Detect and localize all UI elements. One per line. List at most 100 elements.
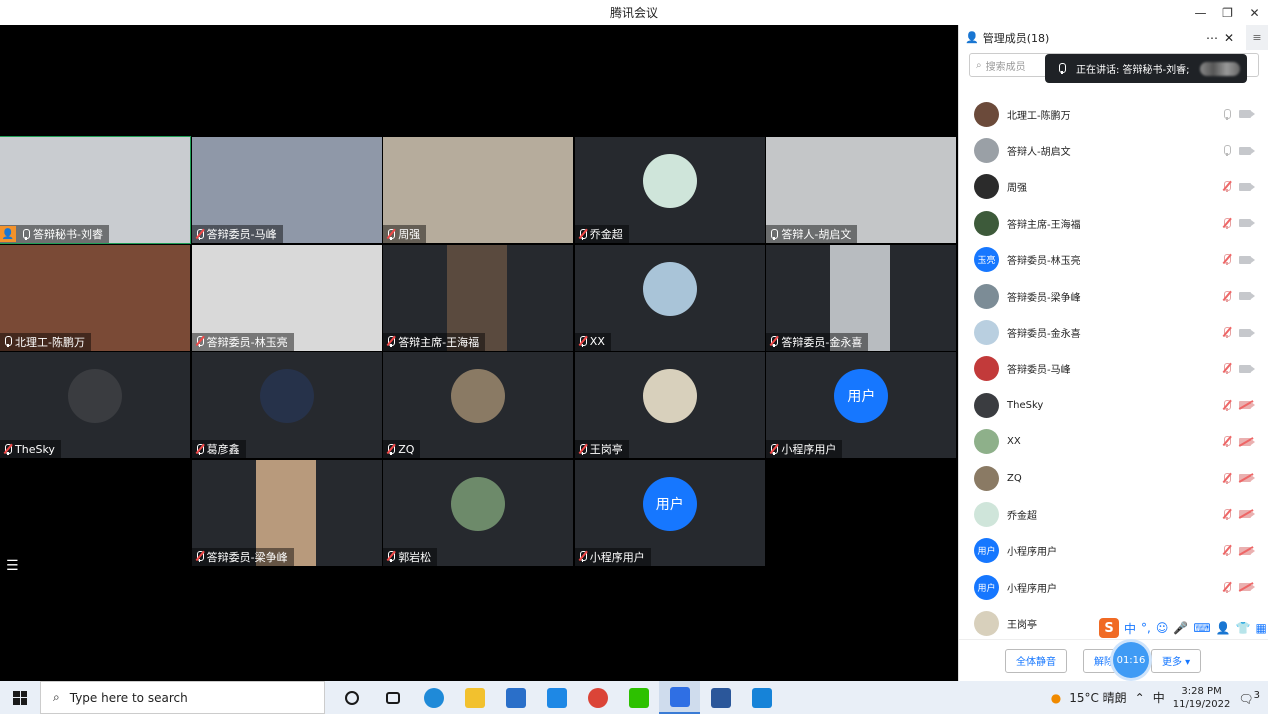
camera-off-icon[interactable]: [1238, 436, 1255, 447]
member-row[interactable]: 用户 小程序用户: [959, 533, 1268, 569]
ime-item[interactable]: 👕: [1236, 621, 1251, 635]
minimize-button[interactable]: —: [1187, 0, 1214, 25]
member-row[interactable]: ZQ: [959, 460, 1268, 496]
camera-off-icon[interactable]: [1238, 509, 1255, 519]
word-taskbar-button[interactable]: [700, 681, 741, 714]
weather-text[interactable]: 15°C 晴朗: [1069, 689, 1126, 706]
mute-all-button[interactable]: 全体静音: [1005, 648, 1067, 673]
clock[interactable]: 3:28 PM 11/19/2022: [1173, 685, 1231, 711]
lang-indicator[interactable]: 中: [1153, 689, 1165, 706]
video-tile[interactable]: 答辩委员-马峰: [191, 137, 382, 243]
member-row[interactable]: 答辩人-胡启文: [959, 132, 1268, 168]
video-tile[interactable]: [0, 459, 190, 566]
video-tile[interactable]: ZQ: [383, 352, 574, 458]
camera-icon[interactable]: [1239, 292, 1255, 301]
member-row[interactable]: 答辩主席-王海福: [959, 205, 1268, 241]
camera-off-icon[interactable]: [1238, 473, 1255, 483]
mic-muted-icon[interactable]: [1222, 290, 1232, 302]
more-button[interactable]: 更多 ▾: [1151, 648, 1202, 673]
video-tile[interactable]: 葛彦鑫: [191, 352, 382, 458]
speaking-indicator: 正在讲话: 答辩秘书-刘睿;: [1045, 54, 1247, 83]
camera-icon[interactable]: [1239, 328, 1255, 337]
camera-off-icon[interactable]: [1238, 400, 1255, 410]
video-tile[interactable]: 王岗亭: [574, 352, 765, 458]
ime-item[interactable]: ⌨: [1193, 621, 1210, 635]
video-tile[interactable]: 北理工-陈鹏万: [0, 244, 190, 351]
member-row[interactable]: XX: [959, 424, 1268, 460]
app-l-taskbar-button[interactable]: [536, 681, 577, 714]
tencent-meeting-taskbar-button[interactable]: [659, 681, 700, 714]
video-tile[interactable]: 周强: [383, 137, 574, 243]
member-row[interactable]: 答辩委员-金永喜: [959, 314, 1268, 350]
mic-muted-icon[interactable]: [1222, 253, 1232, 266]
file-explorer-taskbar-button[interactable]: [454, 681, 495, 714]
member-row[interactable]: 答辩委员-马峰: [959, 351, 1268, 387]
mic-muted-icon[interactable]: [1222, 508, 1232, 520]
chevron-up-icon[interactable]: ⌃: [1135, 691, 1145, 705]
video-tile[interactable]: XX: [574, 244, 765, 351]
start-button[interactable]: [0, 681, 40, 714]
video-tile[interactable]: 答辩人-胡启文: [766, 137, 957, 243]
mic-muted-icon[interactable]: [1222, 363, 1232, 375]
camera-icon[interactable]: [1239, 255, 1255, 264]
list-icon[interactable]: ☰: [6, 558, 19, 574]
video-tile[interactable]: 答辩委员-林玉亮: [191, 244, 382, 351]
member-row[interactable]: 玉亮 答辩委员-林玉亮: [959, 242, 1268, 278]
member-row[interactable]: 乔金超: [959, 496, 1268, 532]
mic-muted-icon[interactable]: [1222, 581, 1232, 593]
video-tile[interactable]: 用户 小程序用户: [766, 352, 957, 458]
mic-muted-icon[interactable]: [1222, 472, 1232, 484]
close-icon[interactable]: ✕: [1224, 31, 1234, 45]
mic-muted-icon[interactable]: [1222, 435, 1232, 448]
video-tile[interactable]: 答辩主席-王海福: [383, 244, 574, 351]
member-row[interactable]: 用户 小程序用户: [959, 569, 1268, 605]
mic-muted-icon[interactable]: [1222, 399, 1232, 411]
mic-muted-icon[interactable]: [1222, 181, 1232, 193]
ime-item[interactable]: °,: [1141, 621, 1151, 635]
notification-icon[interactable]: 🗨3: [1238, 690, 1260, 706]
mic-icon[interactable]: [1222, 108, 1231, 120]
video-tile[interactable]: 郭岩松: [383, 459, 574, 566]
mic-icon[interactable]: [1222, 145, 1231, 157]
ime-item[interactable]: 🎤: [1173, 621, 1188, 635]
ime-item[interactable]: ▦: [1256, 621, 1267, 635]
camera-icon[interactable]: [1239, 364, 1255, 373]
video-tile[interactable]: 👤 答辩秘书-刘睿: [0, 136, 191, 244]
timer-badge[interactable]: 01:16: [1113, 642, 1149, 678]
ime-item[interactable]: 中: [1124, 620, 1136, 637]
edge-taskbar-button[interactable]: [413, 681, 454, 714]
video-tile[interactable]: 答辩委员-梁争峰: [191, 459, 382, 566]
video-tile[interactable]: TheSky: [0, 352, 190, 458]
restore-button[interactable]: ❐: [1214, 0, 1241, 25]
camera-icon[interactable]: [1239, 146, 1255, 155]
menu-icon[interactable]: ≡: [1246, 25, 1268, 50]
member-row[interactable]: 北理工-陈鹏万: [959, 96, 1268, 132]
mic-muted-icon[interactable]: [1222, 326, 1232, 339]
camera-off-icon[interactable]: [1238, 545, 1255, 556]
member-name: ZQ: [1007, 472, 1022, 484]
cortana-taskbar-button[interactable]: [331, 681, 372, 714]
close-window-button[interactable]: ✕: [1241, 0, 1268, 25]
chrome-taskbar-button[interactable]: [577, 681, 618, 714]
mic-muted-icon[interactable]: [1222, 217, 1232, 229]
sogou-logo-icon[interactable]: S: [1099, 618, 1119, 638]
mic-muted-icon[interactable]: [1222, 545, 1232, 557]
task-view-taskbar-button[interactable]: [372, 681, 413, 714]
video-tile[interactable]: 用户 小程序用户: [574, 459, 765, 566]
video-tile[interactable]: 乔金超: [574, 137, 765, 243]
ime-item[interactable]: ☺: [1156, 621, 1169, 635]
camera-icon[interactable]: [1239, 182, 1255, 191]
mail-taskbar-button[interactable]: [495, 681, 536, 714]
camera-icon[interactable]: [1239, 219, 1255, 228]
photos-taskbar-button[interactable]: [741, 681, 782, 714]
wechat-taskbar-button[interactable]: [618, 681, 659, 714]
camera-off-icon[interactable]: [1238, 582, 1255, 592]
member-row[interactable]: 周强: [959, 169, 1268, 205]
video-tile[interactable]: 答辩委员-金永喜: [766, 244, 957, 351]
camera-icon[interactable]: [1239, 110, 1255, 119]
member-row[interactable]: 答辩委员-梁争峰: [959, 278, 1268, 314]
more-icon[interactable]: ⋯: [1206, 31, 1218, 45]
member-row[interactable]: TheSky: [959, 387, 1268, 423]
taskbar-search-input[interactable]: ⌕ Type here to search: [40, 681, 325, 714]
ime-item[interactable]: 👤: [1216, 621, 1231, 635]
